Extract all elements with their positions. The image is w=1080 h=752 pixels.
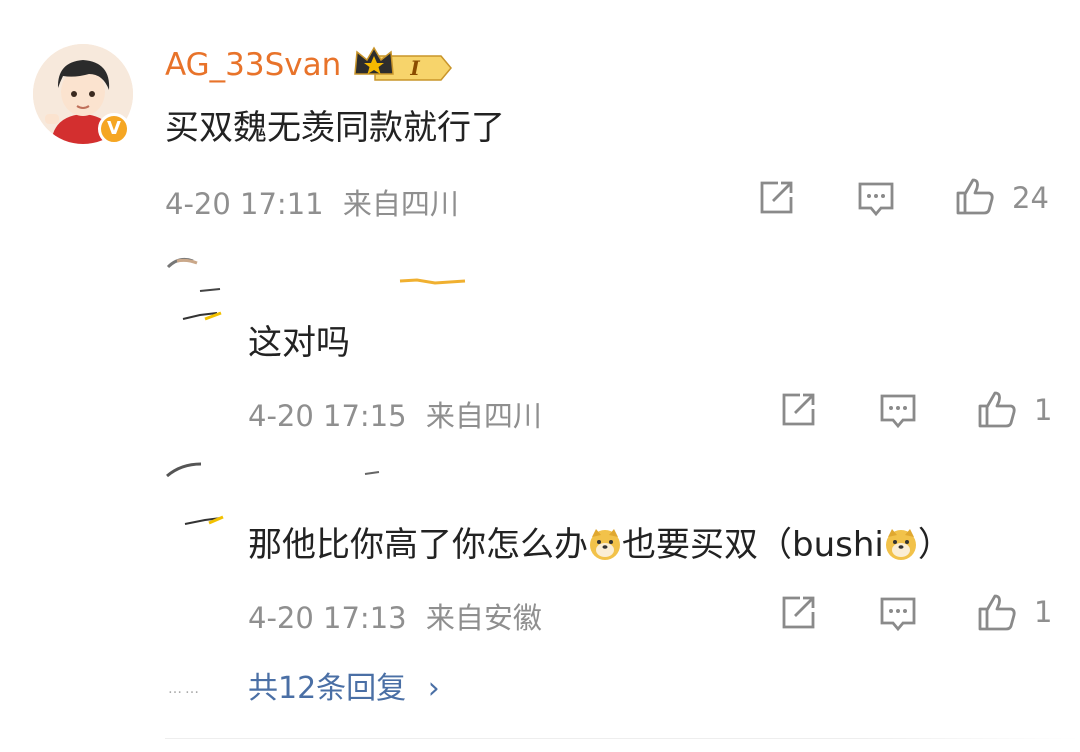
username[interactable]: AG_33Svan	[165, 47, 341, 83]
reply-2-text: 那他比你高了你怎么办 也要买双（bushi ）	[248, 517, 952, 566]
comment-icon[interactable]	[878, 593, 918, 633]
reply-2-timestamp: 4-20 17:13	[248, 601, 407, 635]
comment-icon[interactable]	[856, 178, 896, 218]
thumbs-up-icon[interactable]	[977, 592, 1017, 632]
thumbs-up-icon[interactable]	[977, 389, 1017, 429]
comment-text: 买双魏无羡同款就行了	[165, 108, 505, 148]
level-badge-label: I	[409, 56, 420, 80]
doge-emoji	[885, 529, 916, 560]
reply-1-avatar-fragment[interactable]	[165, 253, 485, 323]
like-count: 24	[1012, 181, 1049, 215]
verified-badge: V	[98, 113, 130, 145]
doge-emoji	[590, 529, 620, 560]
reply-2-text-part-2: 也要买双（bushi	[622, 525, 884, 565]
chevron-right-icon: ›	[427, 671, 440, 706]
view-more-replies-link[interactable]: 共12条回复 ›	[248, 663, 440, 707]
reply-1-meta: 4-20 17:15 来自四川	[248, 393, 542, 435]
share-icon[interactable]	[778, 390, 818, 430]
reply-1-timestamp: 4-20 17:15	[248, 399, 407, 433]
reply-1-location: 来自四川	[425, 399, 542, 433]
reply-2-text-part-3: ）	[917, 525, 952, 565]
reply-1-like-count: 1	[1034, 393, 1053, 427]
comment-location: 来自四川	[342, 187, 459, 221]
comment-timestamp: 4-20 17:11	[165, 187, 324, 221]
share-icon[interactable]	[756, 178, 796, 218]
reply-2-text-part-1: 那他比你高了你怎么办	[248, 525, 588, 565]
reply-2-meta: 4-20 17:13 来自安徽	[248, 595, 542, 637]
reply-2-location: 来自安徽	[425, 601, 542, 635]
share-icon[interactable]	[778, 593, 818, 633]
reply-2-like-count: 1	[1034, 595, 1053, 629]
reply-1-text: 这对吗	[248, 323, 350, 363]
more-replies-label: 共12条回复	[248, 671, 407, 706]
more-replies-dots: ……	[168, 681, 202, 697]
comment-icon[interactable]	[878, 390, 918, 430]
fade-overlay	[860, 710, 1080, 752]
member-level-badge: I	[353, 44, 453, 84]
thumbs-up-icon[interactable]	[955, 176, 995, 216]
comment-meta: 4-20 17:11 来自四川	[165, 181, 459, 223]
